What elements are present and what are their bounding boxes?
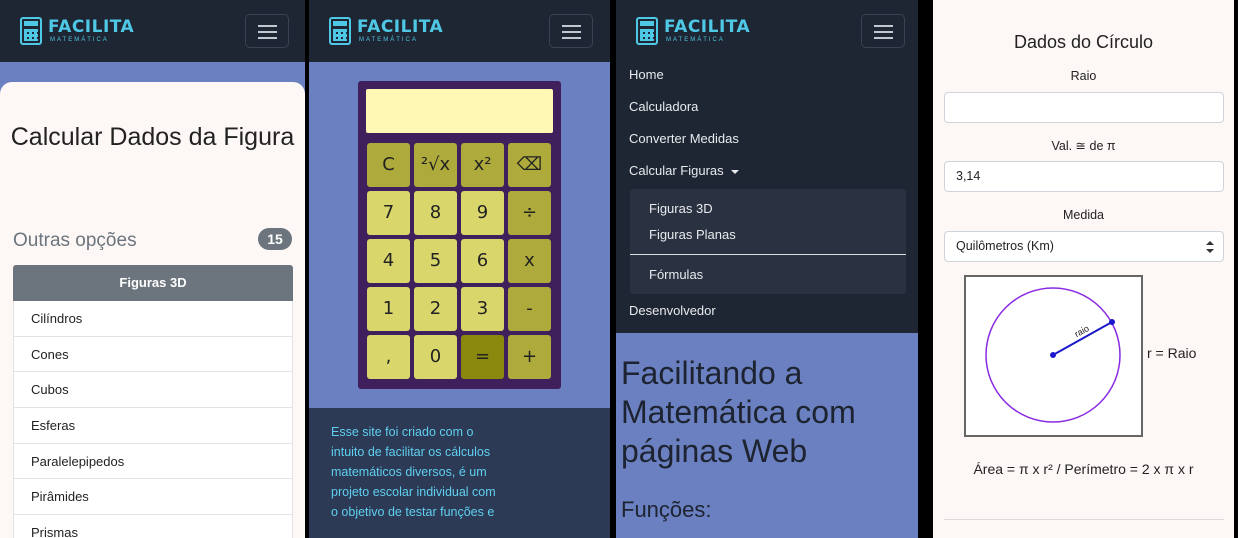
brand-name: FACILITA: [48, 17, 135, 37]
radius-legend: r = Raio: [1147, 345, 1197, 361]
calculator: C ²√x x² ⌫ 7 8 9 ÷ 4 5 6 x 1 2 3-, 0 = +: [358, 81, 561, 389]
brand-subtitle: MATEMÁTICA: [666, 37, 725, 43]
calc-key[interactable]: ⌫: [508, 143, 551, 187]
calculator-icon: [20, 17, 42, 45]
calculator-icon: [329, 17, 351, 45]
calc-key[interactable]: 8: [414, 191, 457, 235]
screen-calculator: FACILITA MATEMÁTICA C ²√x x² ⌫ 7 8 9 ÷ 4 5 6 x 1 2 3-,…: [309, 0, 610, 538]
calc-key[interactable]: ÷: [508, 191, 551, 235]
about-footer: Esse site foi criado com o intuito de fa…: [309, 408, 610, 538]
nav-home[interactable]: Home: [629, 67, 664, 82]
raio-label: Raio: [1070, 69, 1097, 83]
list-item[interactable]: Esferas: [13, 408, 293, 444]
calc-key[interactable]: -: [508, 287, 551, 331]
medida-select[interactable]: Quilômetros (Km): [944, 231, 1224, 262]
dropdown-item-figuras-3d[interactable]: Figuras 3D: [649, 201, 713, 216]
calc-key[interactable]: x²: [461, 143, 504, 187]
dropdown-divider: [630, 254, 906, 255]
page-title: Dados do Círculo: [1013, 32, 1154, 52]
brand-name: FACILITA: [664, 17, 751, 37]
figures-card: Calcular Dados da Figura Outras opções 1…: [0, 82, 305, 538]
calc-key[interactable]: 3: [461, 287, 504, 331]
list-item[interactable]: Cilíndros: [13, 301, 293, 337]
calc-key[interactable]: +: [508, 335, 551, 379]
calc-key[interactable]: 6: [461, 239, 504, 283]
screen-menu-open: FACILITA MATEMÁTICA Home Calculadora Con…: [616, 0, 918, 538]
brand-logo[interactable]: FACILITA MATEMÁTICA: [329, 16, 443, 46]
calc-key[interactable]: C: [367, 143, 410, 187]
dropdown-item-figuras-planas[interactable]: Figuras Planas: [649, 227, 736, 242]
circle-drawing: raio: [985, 287, 1121, 423]
navbar: FACILITA MATEMÁTICA: [616, 0, 918, 62]
count-badge: 15: [258, 228, 292, 250]
hamburger-icon[interactable]: [549, 14, 593, 48]
calc-key[interactable]: 9: [461, 191, 504, 235]
brand-subtitle: MATEMÁTICA: [359, 37, 418, 43]
navbar: FACILITA MATEMÁTICA: [309, 0, 610, 62]
calculator-icon: [636, 17, 658, 45]
calc-key[interactable]: ,: [367, 335, 410, 379]
page-title: Calcular Dados da Figura: [10, 123, 295, 151]
nav-calcular-figuras-label: Calcular Figuras: [629, 163, 724, 178]
dropdown-calcular-figuras: Figuras 3D Figuras Planas Fórmulas: [630, 189, 906, 294]
nav-calculadora[interactable]: Calculadora: [629, 99, 698, 114]
list-item[interactable]: Prismas: [13, 515, 293, 538]
calculator-keypad: C ²√x x² ⌫ 7 8 9 ÷ 4 5 6 x 1 2 3-, 0 = +: [367, 143, 552, 379]
nav-converter-medidas[interactable]: Converter Medidas: [629, 131, 739, 146]
radius-label: raio: [1073, 323, 1091, 339]
formula-text: Área = π x r² / Perímetro = 2 x π x r: [973, 461, 1194, 477]
screen-circle-data: Dados do Círculo Raio Val. ≅ de π 3,14 M…: [933, 0, 1234, 538]
center-point: [1050, 352, 1056, 358]
hero-heading: Facilitando a Matemática com páginas Web: [621, 354, 856, 471]
hamburger-icon[interactable]: [861, 14, 905, 48]
nav-desenvolvedor[interactable]: Desenvolvedor: [629, 303, 716, 318]
other-options-heading: Outras opções: [13, 230, 137, 251]
pi-label: Val. ≅ de π: [1051, 139, 1116, 153]
list-item[interactable]: Pirâmides: [13, 479, 293, 516]
nav-calcular-figuras[interactable]: Calcular Figuras: [629, 163, 739, 178]
medida-label: Medida: [1063, 208, 1104, 222]
brand-name: FACILITA: [357, 17, 444, 37]
hamburger-icon[interactable]: [245, 14, 289, 48]
functions-heading: Funções:: [621, 497, 712, 522]
calc-key[interactable]: 7: [367, 191, 410, 235]
pi-input[interactable]: 3,14: [944, 161, 1224, 192]
calc-key[interactable]: x: [508, 239, 551, 283]
brand-subtitle: MATEMÁTICA: [50, 37, 109, 43]
list-item[interactable]: Paralelepipedos: [13, 443, 293, 480]
calculator-display: [366, 89, 553, 133]
calc-key[interactable]: 5: [414, 239, 457, 283]
about-text: Esse site foi criado com o intuito de fa…: [331, 425, 496, 519]
calc-key[interactable]: 0: [414, 335, 457, 379]
list-header-figuras-3d[interactable]: Figuras 3D: [13, 265, 293, 301]
calc-key[interactable]: 1: [367, 287, 410, 331]
list-item[interactable]: Cubos: [13, 372, 293, 409]
nav-menu: Home Calculadora Converter Medidas Calcu…: [616, 62, 918, 333]
calc-key[interactable]: 4: [367, 239, 410, 283]
hero-line: Facilitando a: [621, 355, 803, 391]
calc-key[interactable]: =: [461, 335, 504, 379]
caret-down-icon: [730, 169, 739, 174]
circle-diagram: raio: [964, 275, 1143, 437]
brand-logo[interactable]: FACILITA MATEMÁTICA: [20, 16, 134, 46]
raio-input[interactable]: [944, 92, 1224, 123]
screen-figures-list: FACILITA MATEMÁTICA Calcular Dados da Fi…: [0, 0, 305, 538]
hero-line: páginas Web: [621, 433, 808, 469]
calc-key[interactable]: 2: [414, 287, 457, 331]
brand-logo[interactable]: FACILITA MATEMÁTICA: [636, 16, 750, 46]
radius-end-point: [1109, 319, 1115, 325]
medida-selected-value: Quilômetros (Km): [956, 239, 1054, 253]
navbar: FACILITA MATEMÁTICA: [0, 0, 305, 62]
list-item[interactable]: Cones: [13, 336, 293, 373]
hero-line: Matemática com: [621, 394, 856, 430]
figures-list: Figuras 3D Cilíndros Cones Cubos Esferas…: [13, 265, 293, 538]
dropdown-item-formulas[interactable]: Fórmulas: [649, 267, 703, 282]
divider: [944, 519, 1224, 520]
calc-key[interactable]: ²√x: [414, 143, 457, 187]
select-arrows-icon: [1206, 241, 1214, 253]
